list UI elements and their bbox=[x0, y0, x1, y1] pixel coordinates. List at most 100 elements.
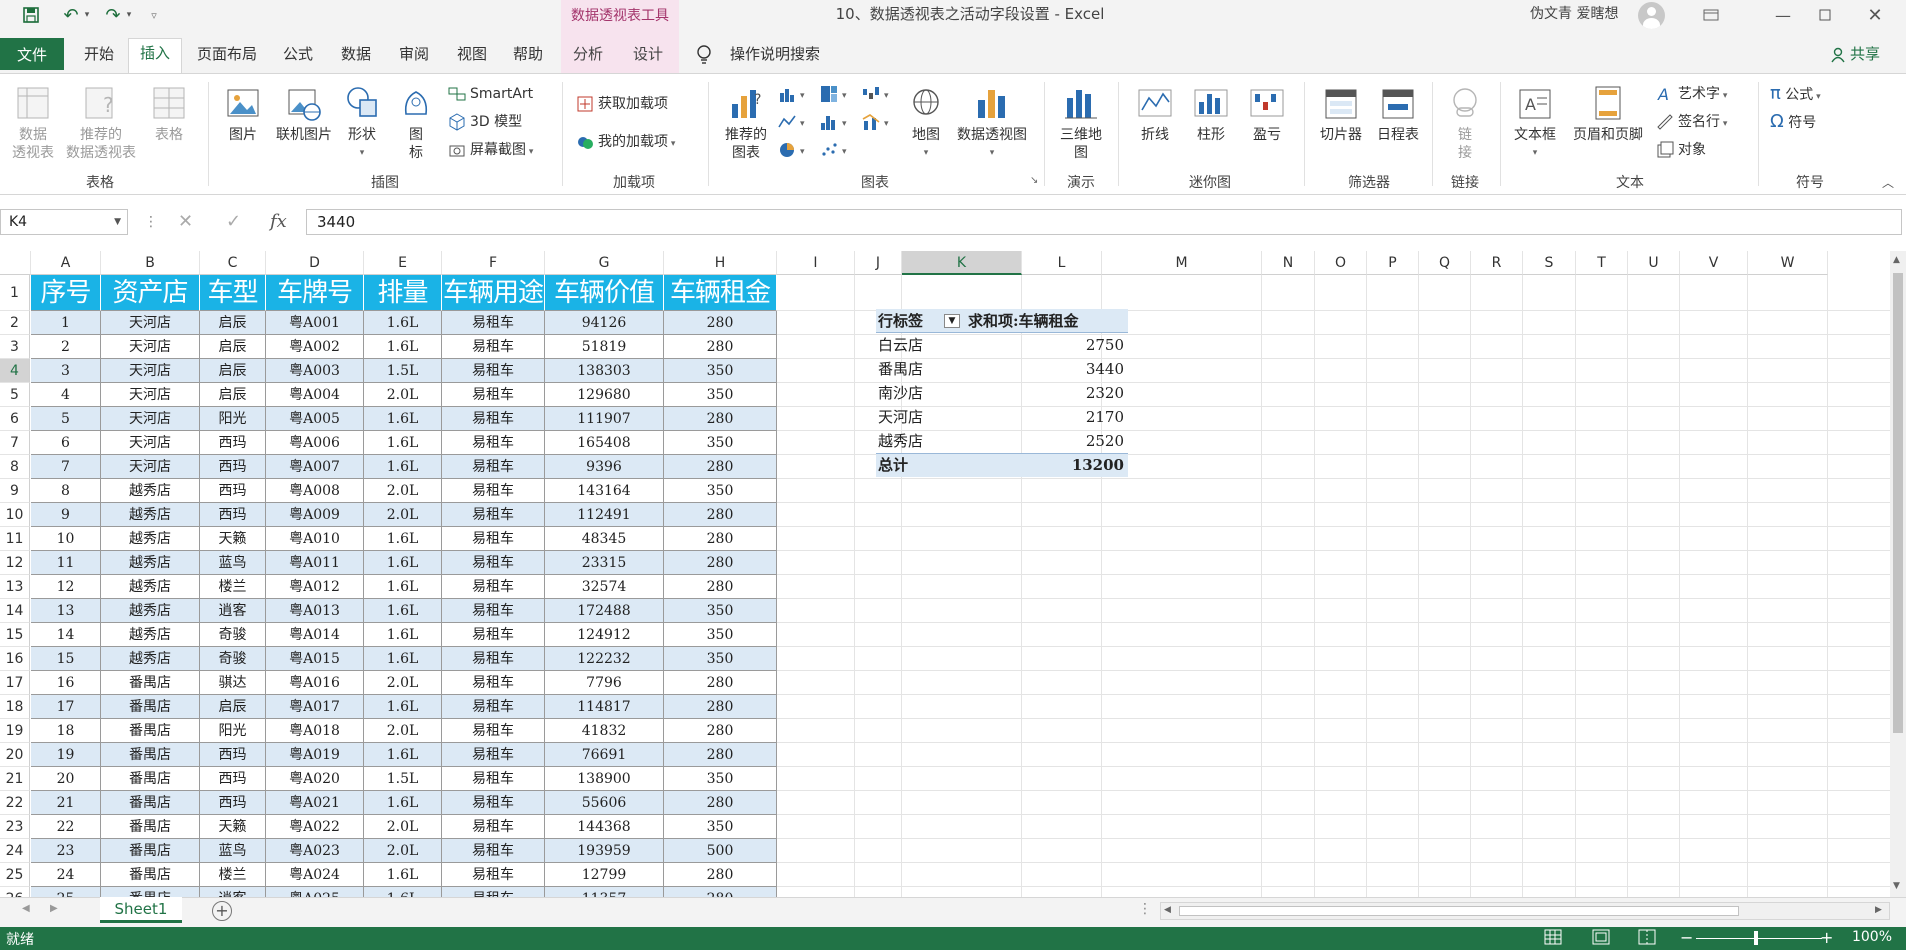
table-cell[interactable]: 165408 bbox=[545, 431, 664, 455]
table-cell[interactable]: 1.6L bbox=[364, 527, 442, 551]
table-cell[interactable]: 1.6L bbox=[364, 647, 442, 671]
row-header[interactable]: 22 bbox=[0, 791, 30, 815]
table-cell[interactable]: 番禺店 bbox=[101, 839, 200, 863]
table-cell[interactable]: 粤A006 bbox=[266, 431, 364, 455]
row-header[interactable]: 15 bbox=[0, 623, 30, 647]
redo-dropdown-icon[interactable]: ▾ bbox=[122, 4, 136, 26]
column-header[interactable]: G bbox=[545, 251, 664, 275]
3d-models-button[interactable]: 3D 模型 bbox=[448, 110, 522, 134]
table-cell[interactable]: 124912 bbox=[545, 623, 664, 647]
table-cell[interactable]: 蓝鸟 bbox=[200, 551, 266, 575]
table-cell[interactable]: 1.6L bbox=[364, 791, 442, 815]
column-header[interactable]: K bbox=[902, 251, 1022, 275]
column-header[interactable]: I bbox=[777, 251, 855, 275]
table-cell[interactable]: 280 bbox=[664, 791, 777, 815]
scatter-chart-button[interactable]: ▾ bbox=[820, 138, 847, 162]
tab-page-layout[interactable]: 页面布局 bbox=[190, 40, 264, 70]
table-cell[interactable]: 2.0L bbox=[364, 671, 442, 695]
add-sheet-icon[interactable]: + bbox=[212, 901, 232, 921]
worksheet-grid[interactable]: ABCDEFGHIJKLMNOPQRSTUVW 1 2 3 4 5 6 7 8 9 10 11 12 1… bbox=[0, 251, 1890, 897]
share-button[interactable]: 共享 bbox=[1850, 40, 1880, 70]
table-cell[interactable]: 越秀店 bbox=[101, 623, 200, 647]
table-cell[interactable]: 粤A016 bbox=[266, 671, 364, 695]
table-header-cell[interactable]: 车辆价值 bbox=[545, 275, 664, 311]
table-cell[interactable]: 易租车 bbox=[442, 623, 545, 647]
table-cell[interactable]: 280 bbox=[664, 527, 777, 551]
table-cell[interactable]: 粤A019 bbox=[266, 743, 364, 767]
table-cell[interactable]: 番禺店 bbox=[101, 767, 200, 791]
column-header[interactable]: O bbox=[1315, 251, 1367, 275]
screenshot-button[interactable]: 屏幕截图 ▾ bbox=[448, 138, 533, 162]
table-cell[interactable]: 280 bbox=[664, 719, 777, 743]
table-cell[interactable]: 48345 bbox=[545, 527, 664, 551]
row-header[interactable]: 5 bbox=[0, 383, 30, 407]
maps-button[interactable]: 地图 ▾ bbox=[906, 84, 946, 162]
insert-function-icon[interactable]: fx bbox=[270, 209, 287, 235]
cancel-icon[interactable]: ✕ bbox=[178, 209, 193, 235]
table-cell[interactable]: 1.6L bbox=[364, 455, 442, 479]
table-cell[interactable]: 启辰 bbox=[200, 311, 266, 335]
table-cell[interactable]: 易租车 bbox=[442, 311, 545, 335]
table-header-cell[interactable]: 排量 bbox=[364, 275, 442, 311]
table-cell[interactable]: 23315 bbox=[545, 551, 664, 575]
table-cell[interactable]: 易租车 bbox=[442, 407, 545, 431]
horizontal-scroll-thumb[interactable] bbox=[1179, 906, 1739, 916]
table-cell[interactable]: 51819 bbox=[545, 335, 664, 359]
table-cell[interactable]: 41832 bbox=[545, 719, 664, 743]
table-cell[interactable]: 1.6L bbox=[364, 743, 442, 767]
table-cell[interactable]: 280 bbox=[664, 407, 777, 431]
avatar[interactable] bbox=[1638, 2, 1665, 29]
table-cell[interactable]: 280 bbox=[664, 311, 777, 335]
row-header[interactable]: 25 bbox=[0, 863, 30, 887]
vertical-scrollbar[interactable]: ▲ ▼ bbox=[1890, 251, 1906, 897]
row-header[interactable]: 23 bbox=[0, 815, 30, 839]
table-cell[interactable]: 粤A018 bbox=[266, 719, 364, 743]
table-cell[interactable]: 1.6L bbox=[364, 863, 442, 887]
table-cell[interactable]: 番禺店 bbox=[101, 815, 200, 839]
zoom-out-icon[interactable]: − bbox=[1680, 928, 1693, 947]
table-cell[interactable]: 2.0L bbox=[364, 503, 442, 527]
page-layout-view-icon[interactable] bbox=[1592, 929, 1612, 947]
table-cell[interactable]: 19 bbox=[31, 743, 101, 767]
table-cell[interactable]: 越秀店 bbox=[101, 647, 200, 671]
column-header[interactable]: H bbox=[664, 251, 777, 275]
table-cell[interactable]: 1.6L bbox=[364, 407, 442, 431]
sheet-tab[interactable]: Sheet1 bbox=[100, 897, 182, 923]
save-icon[interactable] bbox=[18, 4, 44, 26]
column-header[interactable]: C bbox=[200, 251, 266, 275]
table-cell[interactable]: 粤A024 bbox=[266, 863, 364, 887]
table-cell[interactable]: 112491 bbox=[545, 503, 664, 527]
row-header[interactable]: 9 bbox=[0, 479, 30, 503]
table-cell[interactable]: 启辰 bbox=[200, 359, 266, 383]
table-cell[interactable]: 易租车 bbox=[442, 527, 545, 551]
table-cell[interactable]: 76691 bbox=[545, 743, 664, 767]
table-cell[interactable]: 粤A021 bbox=[266, 791, 364, 815]
table-cell[interactable]: 2.0L bbox=[364, 719, 442, 743]
column-header[interactable]: W bbox=[1748, 251, 1828, 275]
table-cell[interactable]: 易租车 bbox=[442, 479, 545, 503]
table-cell[interactable]: 易租车 bbox=[442, 455, 545, 479]
table-header-cell[interactable]: 车型 bbox=[200, 275, 266, 311]
table-cell[interactable]: 越秀店 bbox=[101, 479, 200, 503]
row-header[interactable]: 12 bbox=[0, 551, 30, 575]
table-cell[interactable]: 5 bbox=[31, 407, 101, 431]
table-cell[interactable]: 易租车 bbox=[442, 695, 545, 719]
table-cell[interactable]: 23 bbox=[31, 839, 101, 863]
table-cell[interactable]: 15 bbox=[31, 647, 101, 671]
undo-dropdown-icon[interactable]: ▾ bbox=[80, 4, 94, 26]
scroll-left-icon[interactable]: ◀ bbox=[1164, 905, 1171, 915]
table-cell[interactable]: 易租车 bbox=[442, 767, 545, 791]
table-cell[interactable]: 129680 bbox=[545, 383, 664, 407]
scroll-down-icon[interactable]: ▼ bbox=[1893, 881, 1900, 891]
table-cell[interactable]: 易租车 bbox=[442, 743, 545, 767]
table-cell[interactable]: 易租车 bbox=[442, 551, 545, 575]
table-cell[interactable]: 3 bbox=[31, 359, 101, 383]
table-cell[interactable]: 1.6L bbox=[364, 311, 442, 335]
row-header[interactable]: 16 bbox=[0, 647, 30, 671]
column-header[interactable]: N bbox=[1262, 251, 1315, 275]
table-cell[interactable]: 易租车 bbox=[442, 575, 545, 599]
charts-dialog-launcher-icon[interactable]: ↘ bbox=[1030, 175, 1038, 186]
table-cell[interactable]: 易租车 bbox=[442, 503, 545, 527]
table-cell[interactable]: 逍客 bbox=[200, 887, 266, 897]
waterfall-chart-button[interactable]: ▾ bbox=[862, 82, 889, 106]
